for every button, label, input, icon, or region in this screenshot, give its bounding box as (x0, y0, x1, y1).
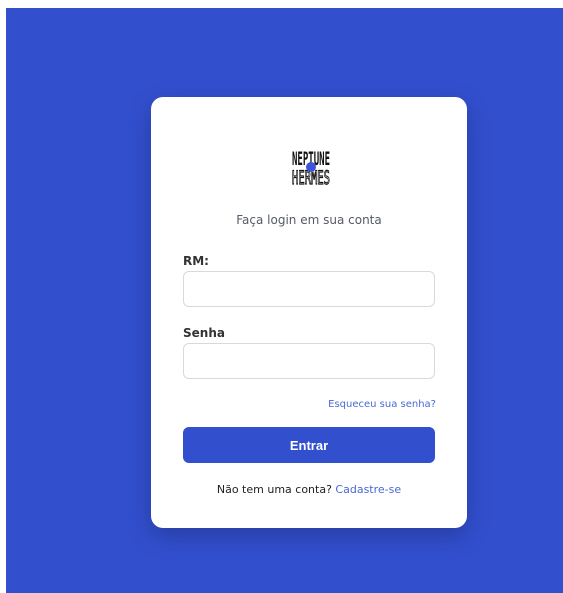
login-button[interactable]: Entrar (183, 427, 435, 463)
register-prompt: Não tem uma conta? Cadastre-se (151, 483, 467, 496)
rm-label: RM: (183, 254, 209, 268)
register-link[interactable]: Cadastre-se (335, 483, 401, 496)
page-background: NEPTUNE HERMES Faça login em sua conta R… (6, 8, 563, 593)
login-card: NEPTUNE HERMES Faça login em sua conta R… (151, 97, 467, 528)
senha-label: Senha (183, 326, 225, 340)
rm-input[interactable] (183, 271, 435, 307)
neptune-hermes-logo: NEPTUNE HERMES (291, 149, 330, 186)
login-subtitle: Faça login em sua conta (236, 213, 382, 227)
senha-input[interactable] (183, 343, 435, 379)
planet-dot-icon (306, 162, 316, 172)
register-prompt-text: Não tem uma conta? (216, 483, 332, 496)
forgot-password-link[interactable]: Esqueceu sua senha? (328, 399, 436, 410)
